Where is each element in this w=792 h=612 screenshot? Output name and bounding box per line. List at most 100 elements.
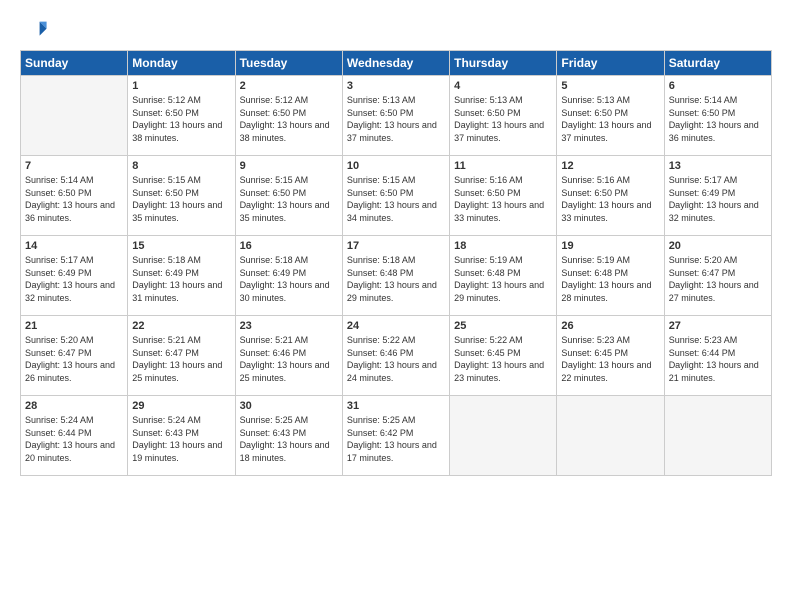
calendar-cell: 21 Sunrise: 5:20 AMSunset: 6:47 PMDaylig… — [21, 316, 128, 396]
calendar-cell: 22 Sunrise: 5:21 AMSunset: 6:47 PMDaylig… — [128, 316, 235, 396]
day-number: 25 — [454, 320, 552, 332]
cell-content: Sunrise: 5:13 AMSunset: 6:50 PMDaylight:… — [454, 94, 552, 144]
header-row: SundayMondayTuesdayWednesdayThursdayFrid… — [21, 51, 772, 76]
day-number: 23 — [240, 320, 338, 332]
day-number: 15 — [132, 240, 230, 252]
calendar-cell: 20 Sunrise: 5:20 AMSunset: 6:47 PMDaylig… — [664, 236, 771, 316]
calendar-cell: 13 Sunrise: 5:17 AMSunset: 6:49 PMDaylig… — [664, 156, 771, 236]
calendar-cell: 24 Sunrise: 5:22 AMSunset: 6:46 PMDaylig… — [342, 316, 449, 396]
cell-content: Sunrise: 5:14 AMSunset: 6:50 PMDaylight:… — [669, 94, 767, 144]
cell-content: Sunrise: 5:19 AMSunset: 6:48 PMDaylight:… — [561, 254, 659, 304]
calendar-cell: 25 Sunrise: 5:22 AMSunset: 6:45 PMDaylig… — [450, 316, 557, 396]
calendar-cell: 4 Sunrise: 5:13 AMSunset: 6:50 PMDayligh… — [450, 76, 557, 156]
day-number: 5 — [561, 80, 659, 92]
day-number: 2 — [240, 80, 338, 92]
day-number: 31 — [347, 400, 445, 412]
header — [20, 16, 772, 44]
day-number: 27 — [669, 320, 767, 332]
cell-content: Sunrise: 5:23 AMSunset: 6:44 PMDaylight:… — [669, 334, 767, 384]
cell-content: Sunrise: 5:23 AMSunset: 6:45 PMDaylight:… — [561, 334, 659, 384]
day-number: 18 — [454, 240, 552, 252]
calendar-cell: 14 Sunrise: 5:17 AMSunset: 6:49 PMDaylig… — [21, 236, 128, 316]
calendar-cell: 17 Sunrise: 5:18 AMSunset: 6:48 PMDaylig… — [342, 236, 449, 316]
day-number: 8 — [132, 160, 230, 172]
day-number: 4 — [454, 80, 552, 92]
col-header-wednesday: Wednesday — [342, 51, 449, 76]
cell-content: Sunrise: 5:13 AMSunset: 6:50 PMDaylight:… — [347, 94, 445, 144]
cell-content: Sunrise: 5:18 AMSunset: 6:49 PMDaylight:… — [132, 254, 230, 304]
calendar-cell: 1 Sunrise: 5:12 AMSunset: 6:50 PMDayligh… — [128, 76, 235, 156]
col-header-saturday: Saturday — [664, 51, 771, 76]
calendar-cell: 31 Sunrise: 5:25 AMSunset: 6:42 PMDaylig… — [342, 396, 449, 476]
calendar-cell: 27 Sunrise: 5:23 AMSunset: 6:44 PMDaylig… — [664, 316, 771, 396]
cell-content: Sunrise: 5:22 AMSunset: 6:46 PMDaylight:… — [347, 334, 445, 384]
week-row-5: 28 Sunrise: 5:24 AMSunset: 6:44 PMDaylig… — [21, 396, 772, 476]
day-number: 6 — [669, 80, 767, 92]
cell-content: Sunrise: 5:16 AMSunset: 6:50 PMDaylight:… — [561, 174, 659, 224]
calendar-cell: 5 Sunrise: 5:13 AMSunset: 6:50 PMDayligh… — [557, 76, 664, 156]
cell-content: Sunrise: 5:18 AMSunset: 6:48 PMDaylight:… — [347, 254, 445, 304]
cell-content: Sunrise: 5:24 AMSunset: 6:44 PMDaylight:… — [25, 414, 123, 464]
day-number: 7 — [25, 160, 123, 172]
logo — [20, 16, 52, 44]
calendar-cell: 6 Sunrise: 5:14 AMSunset: 6:50 PMDayligh… — [664, 76, 771, 156]
calendar-table: SundayMondayTuesdayWednesdayThursdayFrid… — [20, 50, 772, 476]
day-number: 1 — [132, 80, 230, 92]
calendar-cell: 12 Sunrise: 5:16 AMSunset: 6:50 PMDaylig… — [557, 156, 664, 236]
calendar-cell: 8 Sunrise: 5:15 AMSunset: 6:50 PMDayligh… — [128, 156, 235, 236]
day-number: 11 — [454, 160, 552, 172]
calendar-cell: 9 Sunrise: 5:15 AMSunset: 6:50 PMDayligh… — [235, 156, 342, 236]
calendar-cell: 7 Sunrise: 5:14 AMSunset: 6:50 PMDayligh… — [21, 156, 128, 236]
calendar-cell: 26 Sunrise: 5:23 AMSunset: 6:45 PMDaylig… — [557, 316, 664, 396]
col-header-tuesday: Tuesday — [235, 51, 342, 76]
cell-content: Sunrise: 5:18 AMSunset: 6:49 PMDaylight:… — [240, 254, 338, 304]
calendar-cell: 23 Sunrise: 5:21 AMSunset: 6:46 PMDaylig… — [235, 316, 342, 396]
calendar-cell: 15 Sunrise: 5:18 AMSunset: 6:49 PMDaylig… — [128, 236, 235, 316]
col-header-thursday: Thursday — [450, 51, 557, 76]
calendar-cell: 18 Sunrise: 5:19 AMSunset: 6:48 PMDaylig… — [450, 236, 557, 316]
calendar-cell — [21, 76, 128, 156]
day-number: 28 — [25, 400, 123, 412]
logo-icon — [20, 16, 48, 44]
day-number: 9 — [240, 160, 338, 172]
day-number: 14 — [25, 240, 123, 252]
col-header-monday: Monday — [128, 51, 235, 76]
cell-content: Sunrise: 5:21 AMSunset: 6:47 PMDaylight:… — [132, 334, 230, 384]
calendar-cell: 11 Sunrise: 5:16 AMSunset: 6:50 PMDaylig… — [450, 156, 557, 236]
cell-content: Sunrise: 5:25 AMSunset: 6:43 PMDaylight:… — [240, 414, 338, 464]
cell-content: Sunrise: 5:24 AMSunset: 6:43 PMDaylight:… — [132, 414, 230, 464]
calendar-cell: 16 Sunrise: 5:18 AMSunset: 6:49 PMDaylig… — [235, 236, 342, 316]
cell-content: Sunrise: 5:21 AMSunset: 6:46 PMDaylight:… — [240, 334, 338, 384]
cell-content: Sunrise: 5:17 AMSunset: 6:49 PMDaylight:… — [25, 254, 123, 304]
day-number: 24 — [347, 320, 445, 332]
day-number: 17 — [347, 240, 445, 252]
day-number: 3 — [347, 80, 445, 92]
calendar-cell: 30 Sunrise: 5:25 AMSunset: 6:43 PMDaylig… — [235, 396, 342, 476]
cell-content: Sunrise: 5:20 AMSunset: 6:47 PMDaylight:… — [25, 334, 123, 384]
day-number: 26 — [561, 320, 659, 332]
day-number: 29 — [132, 400, 230, 412]
calendar-cell — [450, 396, 557, 476]
col-header-friday: Friday — [557, 51, 664, 76]
cell-content: Sunrise: 5:22 AMSunset: 6:45 PMDaylight:… — [454, 334, 552, 384]
week-row-2: 7 Sunrise: 5:14 AMSunset: 6:50 PMDayligh… — [21, 156, 772, 236]
day-number: 16 — [240, 240, 338, 252]
day-number: 13 — [669, 160, 767, 172]
cell-content: Sunrise: 5:17 AMSunset: 6:49 PMDaylight:… — [669, 174, 767, 224]
day-number: 10 — [347, 160, 445, 172]
cell-content: Sunrise: 5:25 AMSunset: 6:42 PMDaylight:… — [347, 414, 445, 464]
cell-content: Sunrise: 5:14 AMSunset: 6:50 PMDaylight:… — [25, 174, 123, 224]
week-row-4: 21 Sunrise: 5:20 AMSunset: 6:47 PMDaylig… — [21, 316, 772, 396]
day-number: 19 — [561, 240, 659, 252]
cell-content: Sunrise: 5:15 AMSunset: 6:50 PMDaylight:… — [132, 174, 230, 224]
col-header-sunday: Sunday — [21, 51, 128, 76]
calendar-cell: 10 Sunrise: 5:15 AMSunset: 6:50 PMDaylig… — [342, 156, 449, 236]
calendar-cell: 19 Sunrise: 5:19 AMSunset: 6:48 PMDaylig… — [557, 236, 664, 316]
cell-content: Sunrise: 5:13 AMSunset: 6:50 PMDaylight:… — [561, 94, 659, 144]
calendar-cell: 28 Sunrise: 5:24 AMSunset: 6:44 PMDaylig… — [21, 396, 128, 476]
day-number: 30 — [240, 400, 338, 412]
cell-content: Sunrise: 5:16 AMSunset: 6:50 PMDaylight:… — [454, 174, 552, 224]
calendar-cell — [664, 396, 771, 476]
day-number: 20 — [669, 240, 767, 252]
page: SundayMondayTuesdayWednesdayThursdayFrid… — [0, 0, 792, 486]
